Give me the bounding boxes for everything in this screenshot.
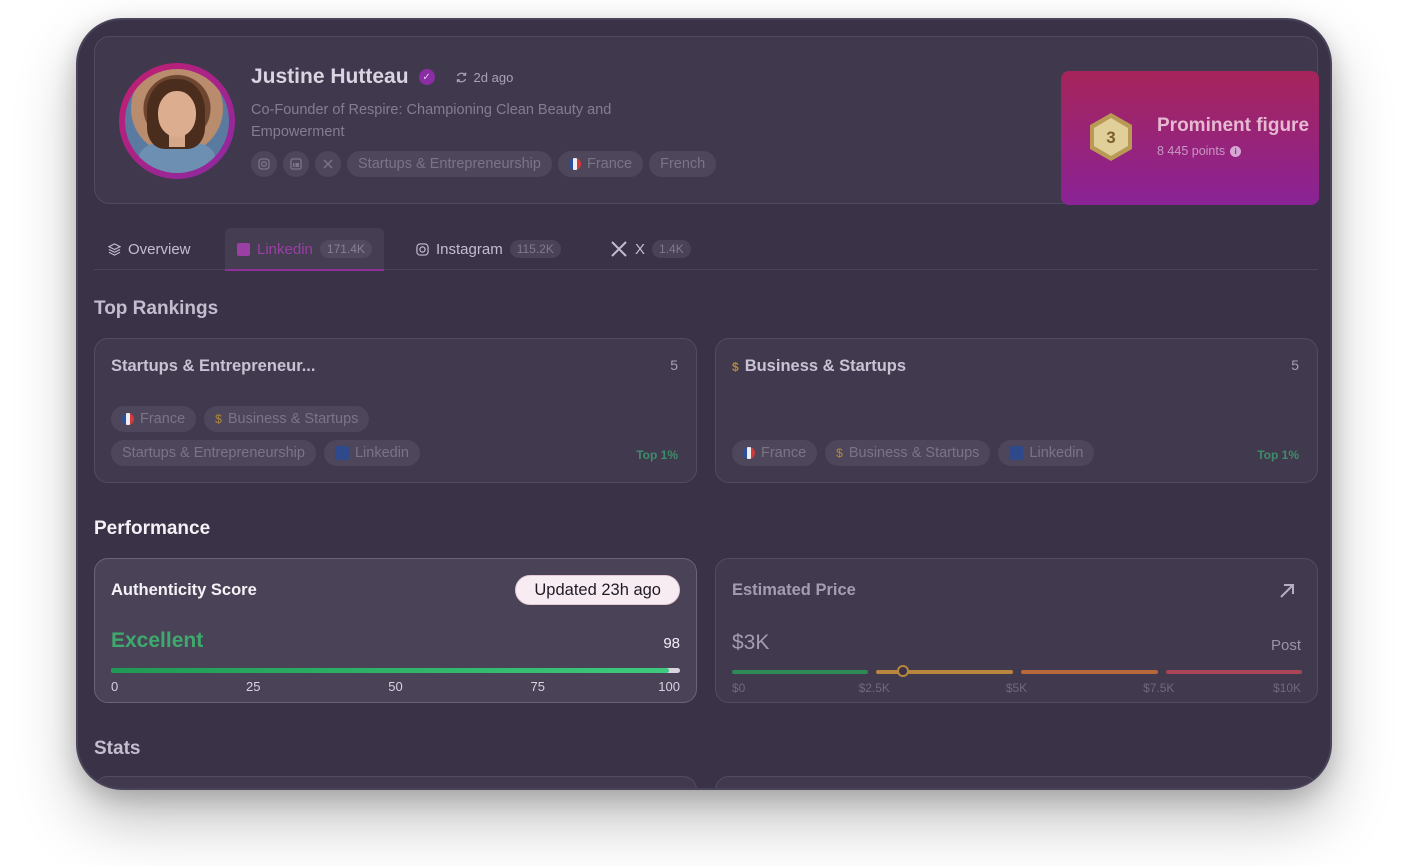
stats-heading: Stats <box>94 738 141 759</box>
money-bag-icon: $ <box>836 446 843 460</box>
verified-icon: ✓ <box>418 69 435 85</box>
chip-country[interactable]: France <box>732 440 818 466</box>
authenticity-rating: Excellent <box>111 629 204 652</box>
tag-topic[interactable]: Startups & Entrepreneurship <box>347 151 552 177</box>
instagram-icon[interactable] <box>251 151 277 177</box>
tick-label: 75 <box>530 679 545 694</box>
tab-instagram[interactable]: Instagram 115.2K <box>416 228 561 270</box>
tab-count: 171.4K <box>319 240 372 258</box>
stats-card <box>715 776 1318 788</box>
france-flag-icon <box>122 413 134 425</box>
price-segment <box>732 670 868 674</box>
ranking-count: 5 <box>1291 357 1299 373</box>
ranking-title: Startups & Entrepreneur... <box>111 357 316 375</box>
ranking-card-startups[interactable]: Startups & Entrepreneur... 5 France $ Bus… <box>94 338 697 483</box>
authenticity-ticks: 0 25 50 75 100 <box>111 679 680 695</box>
performance-heading: Performance <box>94 518 211 539</box>
tick-label: $5K <box>1005 681 1028 695</box>
tab-x[interactable]: X 1.4K <box>610 228 691 270</box>
profile-bio: Co-Founder of Respire: Championing Clean… <box>251 102 612 140</box>
chip-platform[interactable]: Linkedin <box>323 440 420 466</box>
top-rankings-heading: Top Rankings <box>94 298 219 319</box>
tick-label: 25 <box>246 679 261 694</box>
app-screen: Justine Hutteau ✓ 2d ago Co-Founder of R… <box>78 20 1330 788</box>
authenticity-progress <box>111 668 680 673</box>
ranking-card-business[interactable]: $ Business & Startups 5 France $ Business … <box>715 338 1318 483</box>
avatar[interactable] <box>119 63 235 179</box>
tag-language[interactable]: French <box>649 151 717 177</box>
avatar-photo <box>125 69 229 173</box>
ranking-count: 5 <box>670 357 678 373</box>
profile-card: Justine Hutteau ✓ 2d ago Co-Founder of R… <box>94 36 1319 205</box>
linkedin-icon <box>334 446 349 460</box>
last-updated-text: 2d ago <box>473 69 514 85</box>
money-bag-icon: $ <box>215 412 222 426</box>
name-row: Justine Hutteau ✓ 2d ago <box>251 65 513 89</box>
linkedin-icon <box>237 242 250 256</box>
price-segment <box>1021 670 1158 674</box>
france-flag-icon <box>743 447 755 459</box>
authenticity-title: Authenticity Score <box>111 581 257 599</box>
chip-platform[interactable]: Linkedin <box>998 440 1095 466</box>
chip-category[interactable]: $ Business & Startups <box>825 440 991 466</box>
info-icon[interactable]: i <box>1230 145 1242 157</box>
price-unit: Post <box>1270 637 1301 654</box>
rank-level: 3 <box>1106 128 1115 147</box>
platform-tabs: Overview Linkedin 171.4K Instagram 115.2… <box>94 228 1318 271</box>
instagram-icon <box>416 242 429 256</box>
price-value: $3K <box>732 631 770 654</box>
x-icon[interactable] <box>315 151 341 177</box>
tab-count: 115.2K <box>509 240 561 258</box>
authenticity-card: Authenticity Score Updated 23h ago Excel… <box>94 558 697 703</box>
profile-name: Justine Hutteau <box>251 65 409 88</box>
linkedin-icon <box>1009 446 1024 460</box>
chip-topic[interactable]: Startups & Entrepreneurship <box>111 440 316 466</box>
chip-country[interactable]: France <box>111 406 197 432</box>
rank-points: 8 445 points i <box>1157 144 1242 158</box>
tick-label: 50 <box>388 679 403 694</box>
rank-badge-card[interactable]: 3 Prominent figure 8 445 points i <box>1061 71 1319 205</box>
price-marker <box>897 665 909 677</box>
tick-label: $10K <box>1272 681 1301 695</box>
tag-country[interactable]: France <box>557 151 644 177</box>
updated-badge: Updated 23h ago <box>515 575 680 605</box>
tab-count: 1.4K <box>652 240 691 258</box>
tick-label: $0 <box>732 681 746 695</box>
ranking-chips: France $ Business & Startups Linkedin <box>732 440 1095 466</box>
ranking-chips: France $ Business & Startups <box>111 406 370 432</box>
rank-hexagon-icon: 3 <box>1090 113 1132 161</box>
rank-title: Prominent figure <box>1157 115 1310 136</box>
top-percent: Top 1% <box>636 448 678 462</box>
tick-label: $2.5K <box>858 681 890 695</box>
chip-category[interactable]: $ Business & Startups <box>204 406 370 432</box>
refresh-icon[interactable] <box>455 71 468 84</box>
arrow-up-right-icon[interactable] <box>1277 581 1297 601</box>
price-segment <box>1166 670 1302 674</box>
tab-overview[interactable]: Overview <box>108 228 191 270</box>
tick-label: $7.5K <box>1143 681 1175 695</box>
authenticity-progress-fill <box>111 668 669 673</box>
layers-icon <box>108 242 121 256</box>
price-title: Estimated Price <box>732 581 856 599</box>
estimated-price-card[interactable]: Estimated Price $3K Post $0 $2.5K $5K $7… <box>715 558 1318 703</box>
tick-label: 100 <box>658 679 680 694</box>
money-bag-icon: $ <box>732 359 739 374</box>
profile-tags: Startups & Entrepreneurship France Frenc… <box>251 151 717 177</box>
top-percent: Top 1% <box>1257 448 1299 462</box>
linkedin-icon[interactable] <box>283 151 309 177</box>
tab-linkedin[interactable]: Linkedin 171.4K <box>225 228 384 271</box>
authenticity-score: 98 <box>663 635 680 652</box>
last-updated: 2d ago <box>455 69 514 85</box>
ranking-title: $ Business & Startups <box>732 357 907 375</box>
price-ticks: $0 $2.5K $5K $7.5K $10K <box>732 681 1301 697</box>
x-icon <box>611 241 627 257</box>
tick-label: 0 <box>111 679 119 694</box>
ranking-chips: Startups & Entrepreneurship Linkedin <box>111 440 420 466</box>
device-frame: Justine Hutteau ✓ 2d ago Co-Founder of R… <box>76 18 1332 790</box>
stats-card <box>94 776 697 788</box>
france-flag-icon <box>568 158 581 170</box>
